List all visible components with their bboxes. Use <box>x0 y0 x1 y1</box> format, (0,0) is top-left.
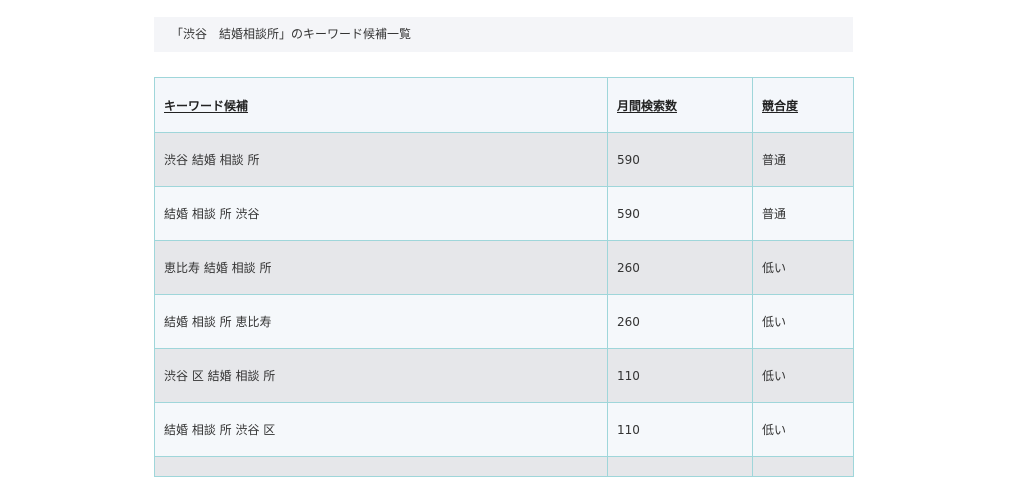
table-body: 渋谷 結婚 相談 所 590 普通 結婚 相談 所 渋谷 590 普通 恵比寿 … <box>154 132 854 477</box>
header-row: キーワード候補 月間検索数 競合度 <box>154 77 854 133</box>
table-row: 結婚 相談 所 恵比寿 260 低い <box>154 294 854 349</box>
table-header: キーワード候補 月間検索数 競合度 <box>154 77 854 133</box>
keyword-table: キーワード候補 月間検索数 競合度 渋谷 結婚 相談 所 590 普通 結婚 相… <box>154 77 854 477</box>
table-row: 渋谷 結婚 相談 所 590 普通 <box>154 132 854 187</box>
cell-competition <box>752 456 854 477</box>
cell-monthly-searches: 590 <box>607 132 753 187</box>
column-header-competition-label[interactable]: 競合度 <box>762 99 798 113</box>
column-header-monthly-searches[interactable]: 月間検索数 <box>607 77 753 133</box>
cell-competition: 低い <box>752 294 854 349</box>
table-row: 渋谷 区 結婚 相談 所 110 低い <box>154 348 854 403</box>
cell-monthly-searches: 110 <box>607 348 753 403</box>
table-caption: 「渋谷 結婚相談所」のキーワード候補一覧 <box>154 17 853 52</box>
cell-keyword: 結婚 相談 所 渋谷 <box>154 186 608 241</box>
keyword-table-container: キーワード候補 月間検索数 競合度 渋谷 結婚 相談 所 590 普通 結婚 相… <box>154 77 854 477</box>
table-row: 恵比寿 結婚 相談 所 260 低い <box>154 240 854 295</box>
cell-keyword: 渋谷 結婚 相談 所 <box>154 132 608 187</box>
cell-monthly-searches: 260 <box>607 294 753 349</box>
cell-keyword <box>154 456 608 477</box>
cell-competition: 低い <box>752 348 854 403</box>
table-row: 結婚 相談 所 渋谷 590 普通 <box>154 186 854 241</box>
cell-monthly-searches: 590 <box>607 186 753 241</box>
table-row: 結婚 相談 所 渋谷 区 110 低い <box>154 402 854 457</box>
cell-keyword: 恵比寿 結婚 相談 所 <box>154 240 608 295</box>
table-row-partial <box>154 456 854 477</box>
column-header-keyword[interactable]: キーワード候補 <box>154 77 608 133</box>
cell-monthly-searches: 110 <box>607 402 753 457</box>
cell-competition: 普通 <box>752 186 854 241</box>
cell-competition: 低い <box>752 240 854 295</box>
table-caption-text: 「渋谷 結婚相談所」のキーワード候補一覧 <box>171 27 412 41</box>
column-header-competition[interactable]: 競合度 <box>752 77 854 133</box>
cell-competition: 低い <box>752 402 854 457</box>
cell-keyword: 渋谷 区 結婚 相談 所 <box>154 348 608 403</box>
cell-monthly-searches <box>607 456 753 477</box>
column-header-keyword-label[interactable]: キーワード候補 <box>164 99 248 113</box>
cell-monthly-searches: 260 <box>607 240 753 295</box>
cell-keyword: 結婚 相談 所 恵比寿 <box>154 294 608 349</box>
column-header-monthly-searches-label[interactable]: 月間検索数 <box>617 99 677 113</box>
cell-keyword: 結婚 相談 所 渋谷 区 <box>154 402 608 457</box>
cell-competition: 普通 <box>752 132 854 187</box>
